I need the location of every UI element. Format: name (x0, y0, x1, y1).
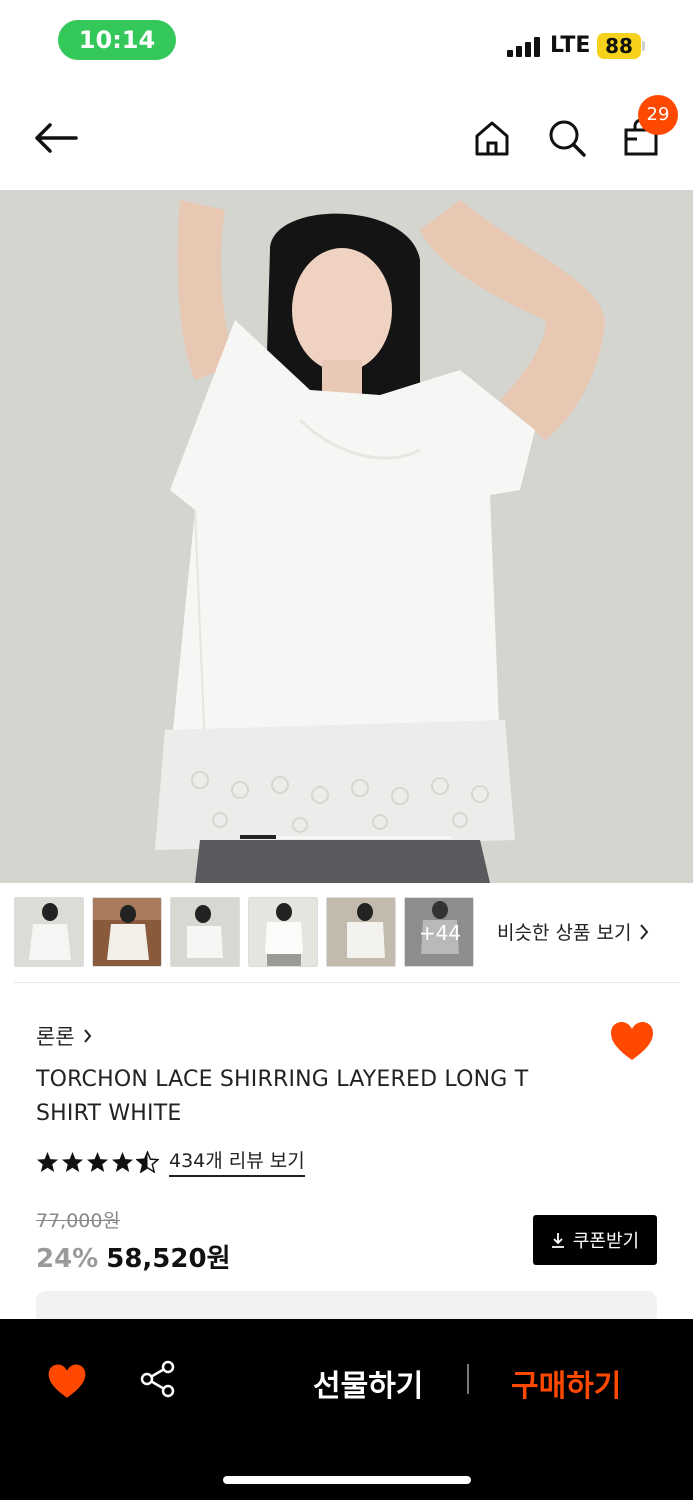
battery-icon: 88 (597, 33, 641, 59)
original-price: 77,000원 (36, 1210, 120, 1232)
share-icon (140, 1360, 175, 1398)
favorite-button[interactable] (608, 1018, 656, 1066)
star-rating (36, 1150, 159, 1173)
gift-button[interactable]: 선물하기 (313, 1361, 423, 1405)
back-button[interactable] (28, 110, 84, 166)
thumbnail[interactable] (326, 897, 396, 967)
status-time: 10:14 (58, 20, 176, 60)
more-images-label: +44 (418, 921, 462, 945)
thumbnail-image (171, 898, 239, 966)
coupon-button[interactable]: 쿠폰받기 (533, 1215, 657, 1265)
thumbnail[interactable] (14, 897, 84, 967)
carousel-indicator (240, 835, 276, 839)
heart-icon (48, 1364, 86, 1398)
star-icon (61, 1151, 84, 1172)
home-button[interactable] (464, 110, 520, 166)
button-separator (467, 1364, 469, 1394)
search-button[interactable] (539, 110, 595, 166)
search-icon (549, 120, 586, 157)
thumbnail-image (93, 898, 161, 966)
similar-products-label: 비슷한 상품 보기 (497, 922, 632, 944)
product-main-image[interactable] (0, 190, 693, 883)
chevron-right-icon (83, 1029, 91, 1043)
home-icon (475, 121, 509, 156)
home-indicator[interactable] (223, 1476, 471, 1484)
divider (14, 982, 679, 983)
star-icon (86, 1151, 109, 1172)
bottom-favorite-button[interactable] (46, 1361, 88, 1403)
signal-icon (507, 37, 543, 57)
thumbnail-image (249, 898, 317, 966)
cart-count-badge: 29 (638, 95, 678, 135)
back-arrow-icon (35, 123, 78, 153)
coupon-label: 쿠폰받기 (572, 1231, 640, 1252)
thumbnail-image (15, 898, 83, 966)
buy-button[interactable]: 구매하기 (511, 1361, 621, 1405)
battery-tip (642, 41, 645, 51)
brand-link[interactable]: 론론 (36, 1021, 92, 1051)
rating-row: 434개 리뷰 보기 (36, 1146, 305, 1177)
download-icon (551, 1233, 564, 1248)
thumbnail[interactable] (248, 897, 318, 967)
product-title: TORCHON LACE SHIRRING LAYERED LONG T SHI… (36, 1067, 529, 1126)
network-label: LTE (550, 33, 591, 58)
reviews-link[interactable]: 434개 리뷰 보기 (169, 1146, 305, 1177)
brand-name: 론론 (36, 1025, 75, 1049)
sale-price: 58,520원 (106, 1244, 231, 1274)
status-bar: 10:14 LTE 88 (0, 0, 693, 80)
model-photo-illustration (0, 190, 693, 883)
thumbnail[interactable] (170, 897, 240, 967)
discount-rate: 24% (36, 1244, 99, 1274)
thumbnail-more[interactable]: +44 (404, 897, 474, 967)
star-icon (36, 1151, 59, 1172)
thumbnail-image (327, 898, 395, 966)
similar-products-link[interactable]: 비슷한 상품 보기 (497, 918, 649, 945)
star-half-icon (136, 1150, 159, 1173)
thumbnail[interactable] (92, 897, 162, 967)
chevron-right-icon (640, 923, 649, 940)
share-button[interactable] (138, 1359, 180, 1401)
price-row: 24% 58,520원 (36, 1238, 231, 1275)
thumbnail-strip: +44 (14, 897, 474, 969)
heart-icon (611, 1022, 653, 1060)
bottom-action-bar: 선물하기 구매하기 (0, 1319, 693, 1500)
star-icon (111, 1151, 134, 1172)
top-nav (0, 90, 693, 186)
